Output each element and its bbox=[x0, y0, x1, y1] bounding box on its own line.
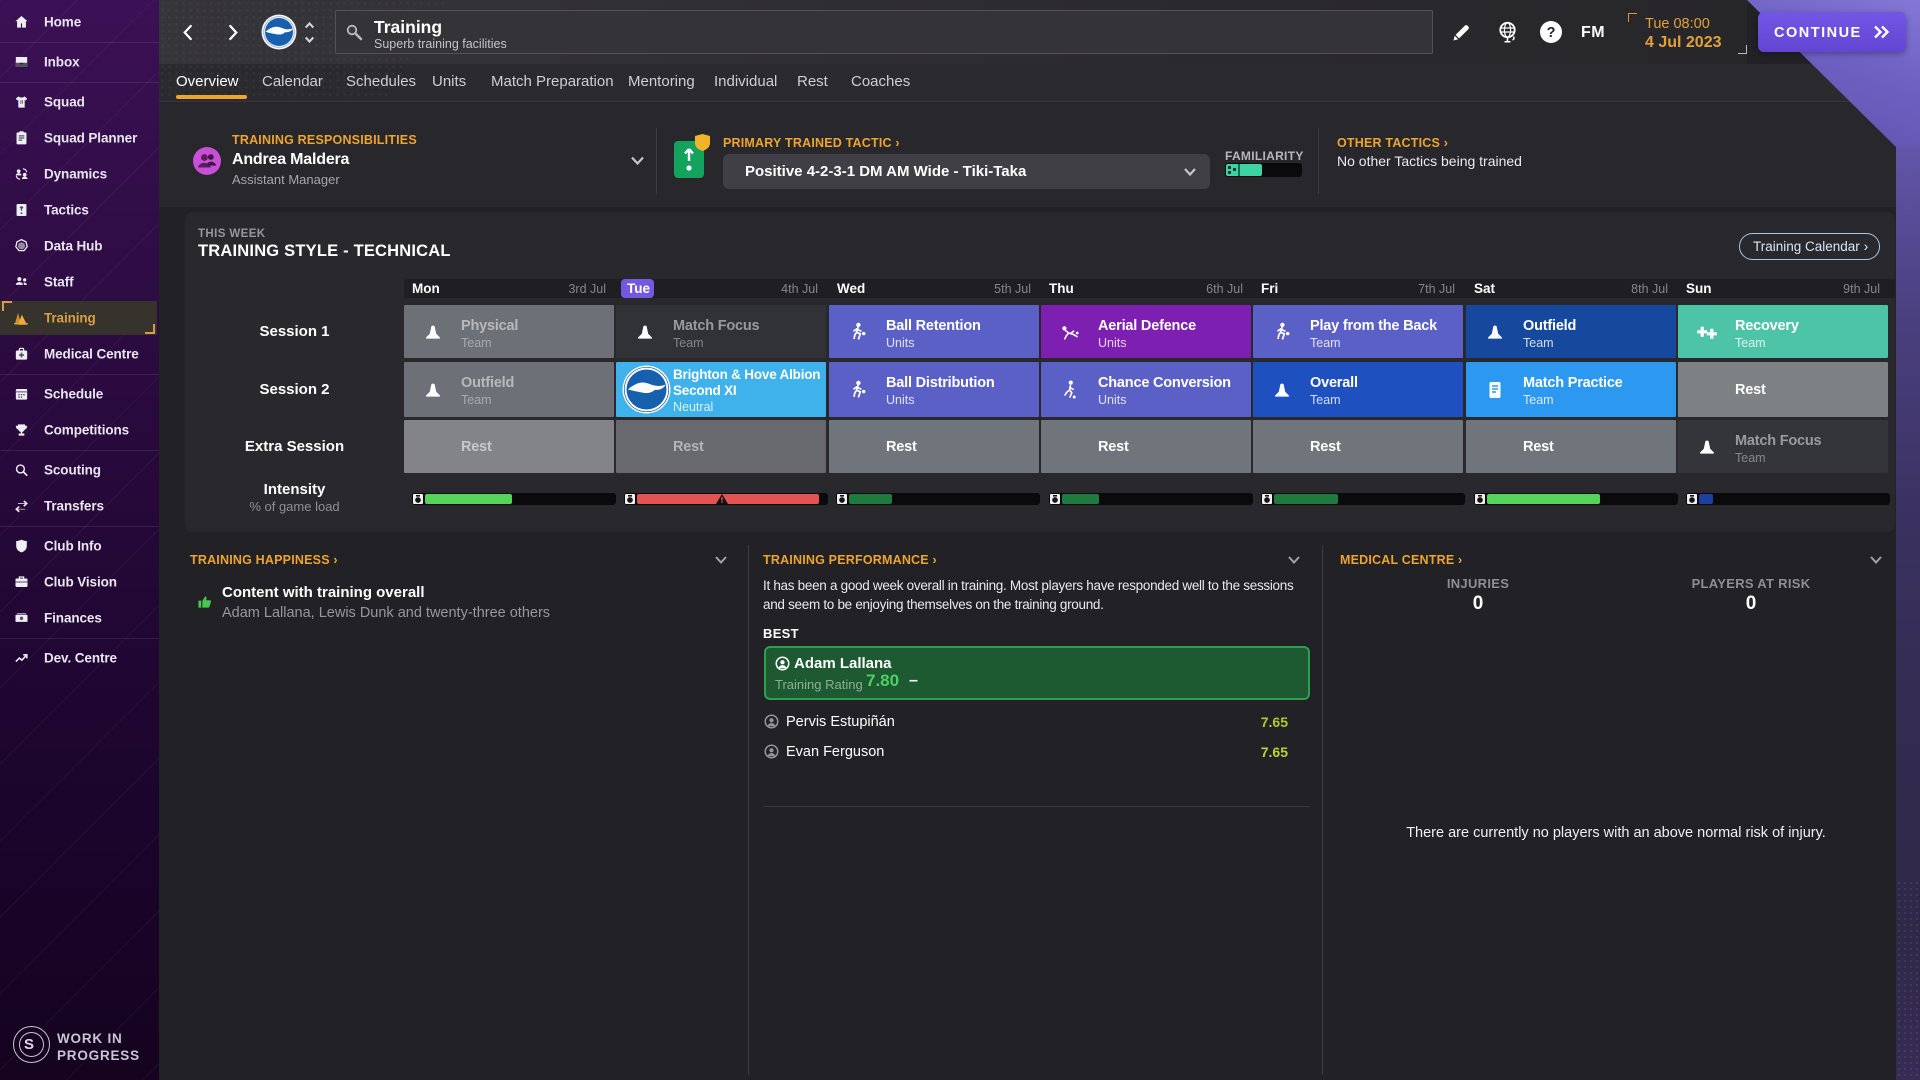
svg-text:?: ? bbox=[1547, 25, 1556, 41]
